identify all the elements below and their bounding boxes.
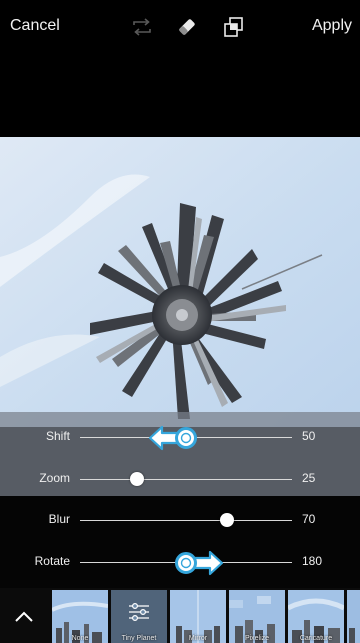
chevron-up-icon[interactable] bbox=[0, 588, 48, 643]
shift-label: Shift bbox=[45, 429, 70, 443]
effect-thumb-tiny-planet[interactable]: Tiny Planet bbox=[111, 590, 167, 643]
zoom-knob[interactable] bbox=[130, 472, 144, 486]
eraser-icon[interactable] bbox=[174, 14, 200, 40]
blur-slider[interactable]: Blur 70 bbox=[0, 500, 360, 540]
effect-label-mirror: Mirror bbox=[188, 635, 208, 642]
effect-preview-partial bbox=[347, 590, 360, 643]
effect-thumb-partial[interactable] bbox=[347, 590, 360, 643]
photo-canvas[interactable] bbox=[0, 137, 360, 427]
rotate-value: 180 bbox=[302, 554, 323, 568]
effect-thumb-caricature[interactable]: Caricature bbox=[288, 590, 344, 643]
arrow-right-icon bbox=[175, 550, 224, 576]
effect-thumb-none[interactable]: None bbox=[52, 590, 108, 643]
effect-label-tiny-planet: Tiny Planet bbox=[121, 635, 157, 642]
effect-label-caricature: Caricature bbox=[299, 635, 333, 642]
effects-filmstrip: None Tiny Planet Mirror Pixelize Caricat… bbox=[0, 588, 360, 643]
layers-icon[interactable] bbox=[221, 14, 247, 40]
repeat-icon[interactable] bbox=[129, 14, 155, 40]
blur-value: 70 bbox=[302, 512, 316, 526]
apply-button[interactable]: Apply bbox=[312, 17, 352, 35]
arrow-left-icon bbox=[148, 425, 197, 451]
zoom-slider[interactable]: Zoom 25 bbox=[0, 459, 360, 499]
effect-thumb-pixelize[interactable]: Pixelize bbox=[229, 590, 285, 643]
blur-track[interactable] bbox=[80, 520, 292, 521]
tiny-planet-image bbox=[0, 137, 360, 427]
cancel-button[interactable]: Cancel bbox=[10, 17, 60, 35]
effect-label-pixelize: Pixelize bbox=[244, 635, 270, 642]
zoom-value: 25 bbox=[302, 471, 316, 485]
zoom-track[interactable] bbox=[80, 479, 292, 480]
top-toolbar: Cancel Apply bbox=[0, 0, 360, 56]
blur-label: Blur bbox=[48, 512, 70, 526]
blur-knob[interactable] bbox=[220, 513, 234, 527]
effect-thumb-mirror[interactable]: Mirror bbox=[170, 590, 226, 643]
effect-label-none: None bbox=[71, 635, 89, 642]
rotate-label: Rotate bbox=[34, 554, 70, 568]
zoom-label: Zoom bbox=[39, 471, 70, 485]
shift-value: 50 bbox=[302, 429, 316, 443]
